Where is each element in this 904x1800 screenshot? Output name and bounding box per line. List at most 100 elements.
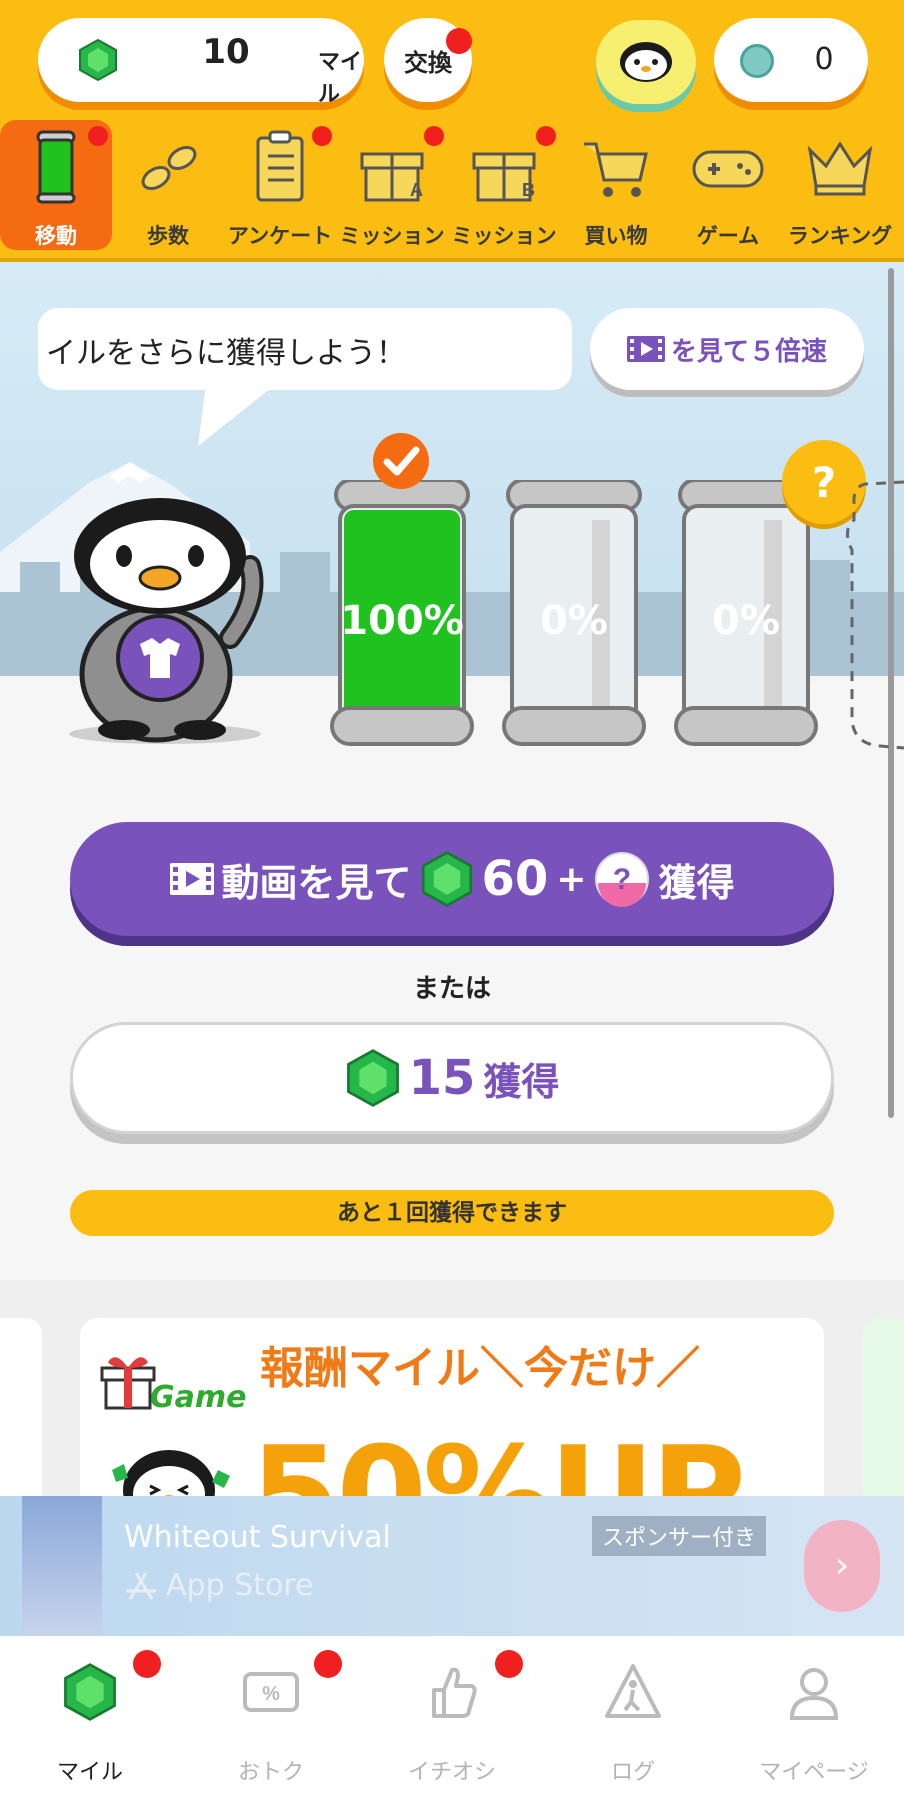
miles-unit: マイル bbox=[318, 50, 363, 107]
ad-sponsor-label: スポンサー付き bbox=[592, 1516, 767, 1556]
speech-bubble-text: イルをさらに獲得しよう！ bbox=[46, 336, 406, 371]
svg-text:?: ? bbox=[613, 863, 631, 896]
coin-value: 0 bbox=[814, 42, 834, 77]
penguin-icon bbox=[112, 1450, 230, 1496]
nav-item-label: ランキング bbox=[787, 224, 893, 248]
nav-item-ranking[interactable]: ランキング bbox=[784, 120, 896, 250]
promo-banner[interactable]: Game 報酬マイル＼今だけ／ 50%UP bbox=[80, 1318, 824, 1496]
cart-icon bbox=[584, 142, 648, 197]
mystery-capsule-icon: ? bbox=[595, 852, 650, 907]
svg-text:%: % bbox=[262, 1683, 280, 1705]
battery-1[interactable]: 100% bbox=[328, 478, 476, 750]
watch-video-text: 動画を見て bbox=[221, 860, 412, 905]
banner-game-label: Game bbox=[150, 1380, 247, 1415]
banner-carousel[interactable]: Game 報酬マイル＼今だけ／ 50%UP bbox=[0, 1280, 904, 1496]
nav-item-mission-a[interactable]: A ミッション bbox=[336, 120, 448, 250]
nav-badge bbox=[424, 126, 444, 146]
svg-text:A: A bbox=[410, 180, 423, 200]
gift-b-icon: B bbox=[472, 152, 536, 202]
nav-item-game[interactable]: ゲーム bbox=[672, 120, 784, 250]
nav-item-mission-b[interactable]: B ミッション bbox=[448, 120, 560, 250]
battery-3-percent: 0% bbox=[712, 598, 780, 644]
ad-thumbnail bbox=[22, 1496, 102, 1636]
nav-item-survey[interactable]: アンケート bbox=[224, 120, 336, 250]
nav-item-label: アンケート bbox=[227, 224, 333, 248]
thumbs-up-icon bbox=[432, 1667, 477, 1718]
tab-label: おトク bbox=[237, 1760, 304, 1785]
nav-item-label: ミッション bbox=[451, 224, 557, 248]
top-bar: 10 マイル 交換 0 移動 歩数 アンケート A ミッション B ミッション … bbox=[0, 0, 904, 262]
tab-label: マイル bbox=[56, 1760, 123, 1785]
video-icon bbox=[169, 863, 214, 895]
coin-balance[interactable]: 0 bbox=[714, 18, 868, 102]
penguin-button[interactable] bbox=[596, 20, 696, 104]
nav-item-shopping[interactable]: 買い物 bbox=[560, 120, 672, 250]
tab-recommended[interactable]: イチオシ bbox=[377, 1636, 527, 1800]
get-reward-label: 獲得 bbox=[483, 1059, 560, 1104]
speed-up-label: を見て５倍速 bbox=[670, 336, 827, 367]
gem-icon bbox=[421, 851, 472, 907]
watch-video-get: 獲得 bbox=[658, 860, 735, 905]
battery-icon bbox=[36, 130, 76, 204]
battery-2[interactable]: 0% bbox=[500, 478, 648, 750]
gift-icon bbox=[100, 1357, 156, 1410]
tab-label: イチオシ bbox=[407, 1760, 496, 1785]
nav-item-label: 買い物 bbox=[584, 224, 648, 248]
tab-my-page[interactable]: マイページ bbox=[739, 1636, 889, 1800]
speed-up-button[interactable]: を見て５倍速 bbox=[590, 308, 864, 390]
exchange-label: 交換 bbox=[404, 48, 452, 77]
tab-badge bbox=[133, 1650, 161, 1678]
category-nav: 移動 歩数 アンケート A ミッション B ミッション 買い物 ゲーム ランキン… bbox=[0, 116, 904, 256]
gem-icon bbox=[79, 38, 117, 82]
nav-badge bbox=[88, 126, 108, 146]
nav-item-label: ミッション bbox=[339, 224, 445, 248]
watch-video-amount: 60 bbox=[481, 851, 549, 907]
ad-title: Whiteout Survival bbox=[124, 1520, 391, 1555]
clipboard-icon bbox=[256, 130, 304, 202]
tab-deals[interactable]: % おトク bbox=[196, 1636, 346, 1800]
gamepad-icon bbox=[692, 150, 764, 188]
tab-label: マイページ bbox=[759, 1760, 869, 1785]
ad-open-button[interactable]: › bbox=[804, 1520, 880, 1612]
nav-item-label: 移動 bbox=[35, 224, 77, 248]
coupon-icon: % bbox=[243, 1672, 299, 1712]
speech-bubble-tail bbox=[198, 384, 276, 446]
banner-next[interactable] bbox=[862, 1318, 904, 1496]
mystery-label: ? bbox=[811, 457, 837, 507]
ad-arrow: › bbox=[834, 1545, 850, 1586]
mystery-reward-outline bbox=[846, 480, 904, 750]
speech-bubble: イルをさらに獲得しよう！ bbox=[38, 308, 572, 390]
battery-2-percent: 0% bbox=[540, 598, 608, 644]
check-icon bbox=[373, 433, 429, 489]
sponsored-ad[interactable]: Whiteout Survival App Store スポンサー付き › bbox=[0, 1496, 904, 1636]
nav-badge bbox=[536, 126, 556, 146]
gem-icon bbox=[64, 1663, 116, 1721]
get-reward-button[interactable]: 15 獲得 bbox=[70, 1022, 834, 1134]
tab-miles[interactable]: マイル bbox=[15, 1636, 165, 1800]
banner-headline: 報酬マイル＼今だけ／ bbox=[260, 1343, 700, 1394]
app-store-icon bbox=[126, 1571, 156, 1600]
watch-video-reward-button[interactable]: 動画を見て 60 + ? 獲得 bbox=[70, 822, 834, 936]
battery-3[interactable]: 0% bbox=[672, 478, 820, 750]
penguin-mascot bbox=[69, 498, 264, 744]
tab-badge bbox=[495, 1650, 523, 1678]
tab-log[interactable]: ログ bbox=[558, 1636, 708, 1800]
person-icon bbox=[789, 1668, 839, 1720]
nav-item-steps[interactable]: 歩数 bbox=[112, 120, 224, 250]
ad-store: App Store bbox=[124, 1568, 313, 1603]
nav-item-move[interactable]: 移動 bbox=[0, 120, 112, 250]
banner-prev[interactable] bbox=[0, 1318, 42, 1496]
coin-icon bbox=[740, 44, 774, 78]
remaining-count-notice: あと１回獲得できます bbox=[70, 1190, 834, 1236]
battery-1-percent: 100% bbox=[340, 598, 464, 644]
footprints-icon bbox=[141, 146, 197, 190]
tab-label: ログ bbox=[610, 1760, 655, 1785]
watch-video-plus: + bbox=[556, 858, 587, 900]
nav-item-label: 歩数 bbox=[147, 224, 189, 248]
svg-text:B: B bbox=[522, 180, 535, 200]
video-icon bbox=[626, 336, 665, 362]
miles-value: 10 bbox=[202, 32, 250, 72]
tab-badge bbox=[314, 1650, 342, 1678]
miles-balance[interactable]: 10 マイル bbox=[38, 18, 364, 107]
exchange-badge bbox=[446, 28, 472, 54]
